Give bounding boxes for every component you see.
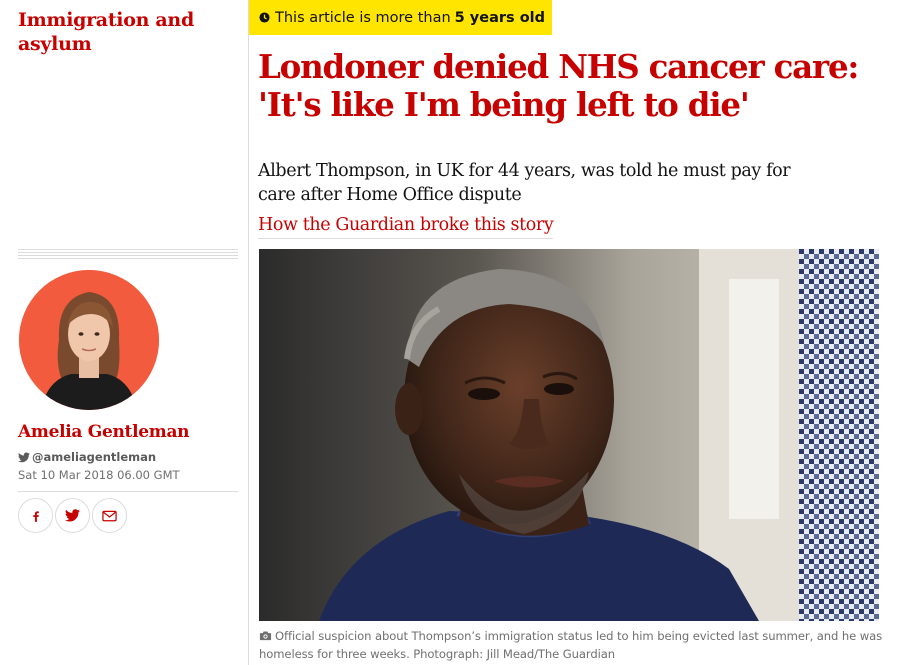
age-badge-prefix: This article is more than (275, 9, 451, 26)
related-story-link[interactable]: How the Guardian broke this story (258, 213, 554, 239)
share-facebook-button[interactable] (18, 498, 53, 533)
camera-icon (259, 629, 272, 646)
twitter-bird-icon (18, 452, 30, 463)
portrait-photo (259, 249, 879, 621)
clock-icon (259, 12, 270, 23)
image-caption: Official suspicion about Thompson’s immi… (259, 628, 884, 663)
column-divider (248, 0, 249, 665)
article-standfirst: Albert Thompson, in UK for 44 years, was… (258, 161, 791, 205)
email-icon (102, 510, 117, 521)
share-twitter-button[interactable] (55, 498, 90, 533)
author-twitter-link[interactable]: @ameliagentleman (18, 450, 156, 465)
article-age-badge: This article is more than 5 years old (249, 0, 552, 35)
age-badge-emphasis: 5 years old (454, 9, 546, 26)
twitter-icon (65, 509, 80, 522)
twitter-handle-text: @ameliagentleman (32, 450, 157, 464)
share-buttons (18, 498, 127, 533)
facebook-icon (32, 510, 39, 522)
divider (18, 491, 238, 492)
divider (18, 249, 238, 261)
author-avatar (19, 270, 159, 410)
article-headline: Londoner denied NHS cancer care: 'It's l… (258, 47, 859, 124)
share-email-button[interactable] (92, 498, 127, 533)
image-caption-text: Official suspicion about Thompson’s immi… (259, 629, 883, 661)
author-name-link[interactable]: Amelia Gentleman (18, 421, 190, 443)
article-main-image[interactable] (259, 249, 879, 621)
left-meta-column: Immigration and asylum Amelia Gentleman (0, 0, 248, 665)
section-tag-link[interactable]: Immigration and asylum (18, 8, 238, 56)
author-portrait-image (19, 270, 159, 410)
publication-date: Sat 10 Mar 2018 06.00 GMT (18, 468, 180, 482)
